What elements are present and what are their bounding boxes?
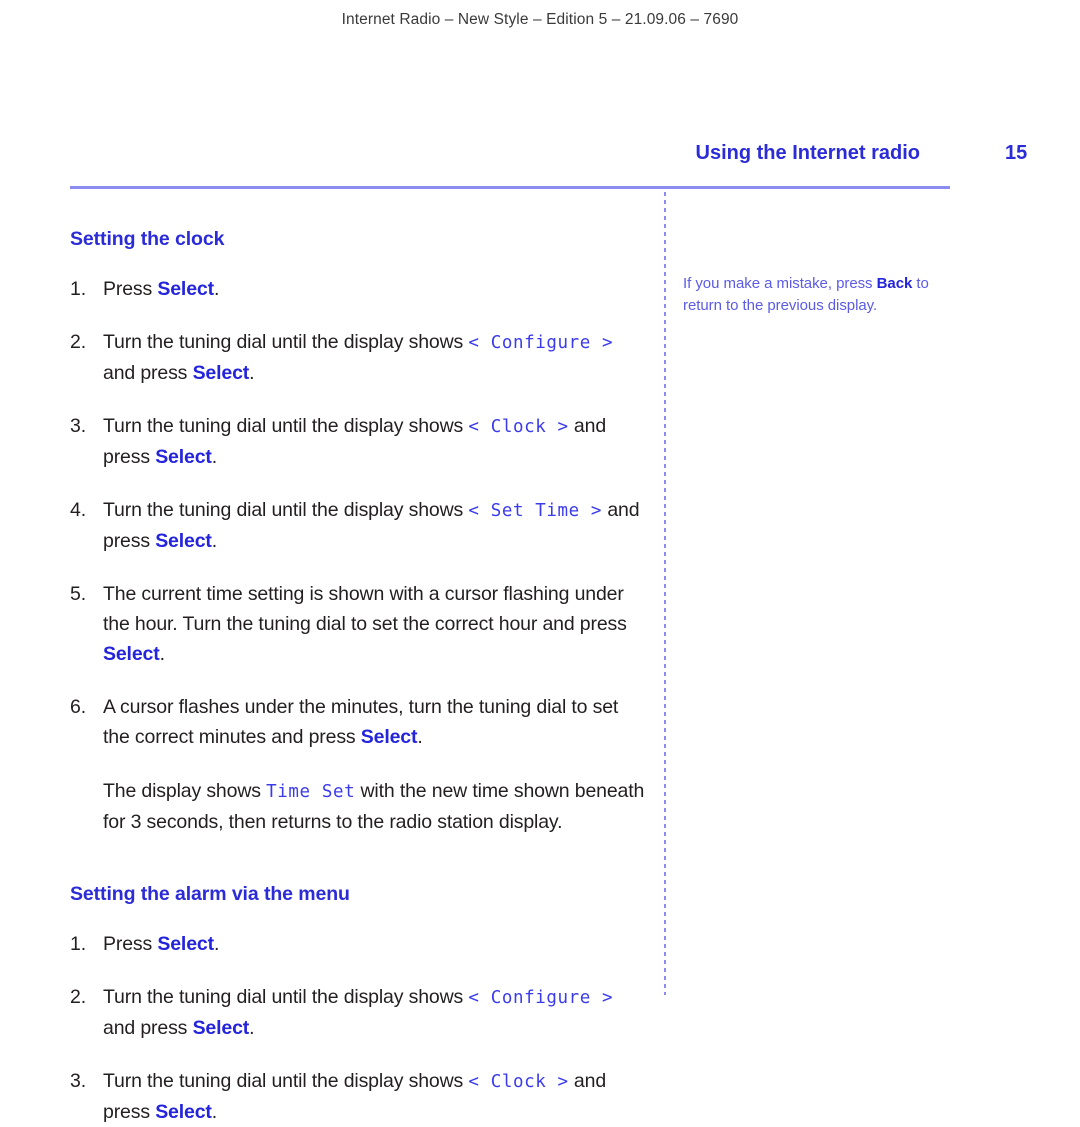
lcd-display-text: < Configure >	[468, 333, 614, 353]
button-reference-select: Select	[155, 1101, 212, 1123]
text-run: Turn the tuning dial until the display s…	[103, 986, 469, 1008]
text-run: .	[213, 933, 220, 955]
step-list: 1. Press Select. 2. Turn the tuning dial un…	[70, 274, 650, 752]
step-text: Turn the tuning dial until the display s…	[103, 986, 613, 1039]
button-reference-select: Select	[192, 1017, 250, 1039]
lcd-display-text: Time Set	[266, 782, 356, 802]
step-number: 2.	[70, 986, 86, 1008]
running-head: Internet Radio – New Style – Edition 5 –…	[341, 11, 739, 28]
text-run: Press	[103, 278, 158, 300]
header-rule	[70, 186, 950, 189]
text-run: The display shows	[103, 780, 267, 802]
text-run: .	[213, 278, 220, 300]
text-run: Turn the tuning dial until the display s…	[103, 331, 469, 353]
page-header: Using the Internet radio 15	[70, 142, 1050, 174]
step-item: 2. Turn the tuning dial until the display…	[70, 982, 650, 1043]
step-item: 1. Press Select.	[70, 929, 650, 959]
lcd-display-text: < Clock >	[468, 1072, 569, 1092]
lcd-display-text: < Configure >	[468, 988, 614, 1008]
text-run: .	[211, 446, 218, 468]
text-run: .	[211, 1101, 218, 1123]
step-number: 1.	[70, 933, 86, 955]
button-reference-select: Select	[157, 278, 214, 300]
button-reference-select: Select	[360, 726, 418, 748]
step-number: 3.	[70, 1070, 86, 1092]
column-divider	[664, 192, 666, 995]
text-run: Turn the tuning dial until the display s…	[103, 499, 469, 521]
side-note: If you make a mistake, press Back to ret…	[683, 273, 951, 316]
text-run: .	[417, 726, 423, 748]
text-run: Turn the tuning dial until the display s…	[103, 1070, 469, 1092]
step-text: Turn the tuning dial until the display s…	[103, 415, 606, 468]
section-heading: Setting the alarm via the menu	[70, 883, 350, 905]
step-item: 6. A cursor flashes under the minutes, tu…	[70, 692, 650, 752]
step-text: A cursor flashes under the minutes, turn…	[103, 696, 618, 748]
button-reference-select: Select	[155, 530, 212, 552]
text-run: .	[249, 1017, 255, 1039]
section-note-paragraph: The display shows Time Set with the new …	[70, 776, 650, 837]
text-run: Turn the tuning dial until the display s…	[103, 415, 469, 437]
step-number: 2.	[70, 331, 86, 353]
step-text: Turn the tuning dial until the display s…	[103, 1070, 606, 1123]
step-text: The current time setting is shown with a…	[103, 583, 627, 665]
step-text: Turn the tuning dial until the display s…	[103, 499, 640, 552]
button-reference-select: Select	[192, 362, 250, 384]
text-run: Press	[103, 933, 158, 955]
step-text: Press Select.	[103, 933, 219, 955]
section-heading: Setting the clock	[70, 228, 225, 250]
text-run: .	[249, 362, 255, 384]
button-reference-back: Back	[876, 275, 913, 292]
step-number: 5.	[70, 583, 86, 605]
step-number: 6.	[70, 696, 86, 718]
text-run: .	[159, 643, 165, 665]
button-reference-select: Select	[103, 643, 160, 665]
step-number: 3.	[70, 415, 86, 437]
main-content-column: Setting the clock 1. Press Select. 2. Turn t…	[70, 192, 650, 1127]
text-run: and press	[103, 362, 193, 384]
text-run: If you make a mistake, press	[683, 275, 877, 292]
lcd-display-text: < Set Time >	[468, 501, 603, 521]
step-number: 1.	[70, 278, 86, 300]
page-number: 15	[1005, 142, 1028, 164]
step-list: 1. Press Select. 2. Turn the tuning dial un…	[70, 929, 650, 1127]
button-reference-select: Select	[157, 933, 214, 955]
text-run: The current time setting is shown with a…	[103, 583, 627, 635]
step-item: 5. The current time setting is shown with…	[70, 579, 650, 669]
lcd-display-text: < Clock >	[468, 417, 569, 437]
chapter-title: Using the Internet radio	[695, 142, 920, 164]
step-item: 1. Press Select.	[70, 274, 650, 304]
step-number: 4.	[70, 499, 86, 521]
step-item: 4. Turn the tuning dial until the display…	[70, 495, 650, 556]
step-item: 3. Turn the tuning dial until the display…	[70, 411, 650, 472]
button-reference-select: Select	[155, 446, 212, 468]
step-text: Turn the tuning dial until the display s…	[103, 331, 613, 384]
text-run: and press	[103, 1017, 193, 1039]
step-text: Press Select.	[103, 278, 219, 300]
step-item: 2. Turn the tuning dial until the display…	[70, 327, 650, 388]
step-item: 3. Turn the tuning dial until the display…	[70, 1066, 650, 1127]
text-run: .	[211, 530, 218, 552]
